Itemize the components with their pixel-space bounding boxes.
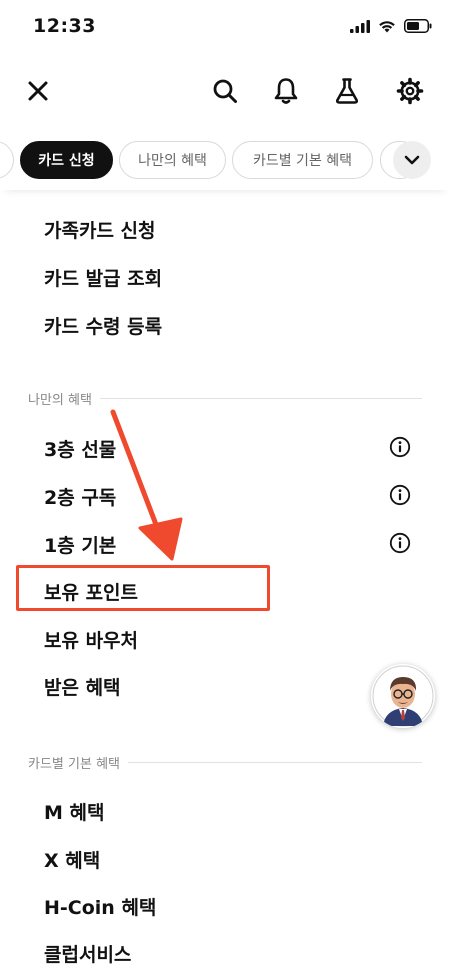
- chip-label: 카드 신청: [38, 153, 95, 169]
- menu-item-family-card[interactable]: 가족카드 신청: [44, 216, 156, 243]
- menu-item-issue-inquiry[interactable]: 카드 발급 조회: [44, 264, 162, 291]
- chip-card-benefits[interactable]: 카드별 기본 혜택: [232, 141, 373, 179]
- notification-button[interactable]: [269, 74, 303, 108]
- battery-icon: [404, 19, 432, 33]
- menu-item-subscription[interactable]: 2층 구독: [44, 483, 116, 510]
- search-icon: [213, 79, 237, 103]
- info-icon[interactable]: [389, 484, 411, 506]
- status-bar: 12:33: [0, 0, 450, 54]
- menu-item-vouchers[interactable]: 보유 바우처: [44, 626, 138, 653]
- expand-chips-button[interactable]: [393, 141, 431, 179]
- menu-item-gift[interactable]: 3층 선물: [44, 435, 116, 462]
- info-icon[interactable]: [389, 532, 411, 554]
- section-title: 카드별 기본 혜택: [28, 756, 120, 772]
- section-divider: [128, 761, 422, 763]
- section-divider: [99, 397, 422, 399]
- menu-item-x-benefit[interactable]: X 혜택: [44, 846, 100, 873]
- menu-item-receipt-register[interactable]: 카드 수령 등록: [44, 312, 162, 339]
- status-icons: [350, 19, 432, 33]
- search-button[interactable]: [208, 74, 242, 108]
- chip-label: 카드별 기본 혜택: [252, 153, 353, 169]
- assistant-avatar-button[interactable]: [371, 664, 435, 728]
- section-title: 나만의 혜택: [28, 392, 92, 408]
- chip-label: 나만의 혜택: [138, 153, 207, 169]
- chip-card-apply[interactable]: 카드 신청: [20, 141, 113, 179]
- chevron-down-icon: [404, 155, 420, 165]
- settings-button[interactable]: [393, 74, 427, 108]
- wifi-icon: [379, 20, 395, 32]
- menu-item-received-benefits[interactable]: 받은 혜택: [44, 673, 121, 700]
- info-icon[interactable]: [389, 436, 411, 458]
- category-chips: 카드 신청 나만의 혜택 카드별 기본 혜택: [0, 134, 450, 190]
- menu-item-m-benefit[interactable]: M 혜택: [44, 798, 104, 825]
- signal-icon: [350, 19, 370, 33]
- chip-previous[interactable]: [0, 141, 14, 179]
- status-time: 12:33: [33, 15, 96, 37]
- top-bar: [0, 66, 450, 116]
- section-my-benefits: 나만의 혜택: [28, 388, 422, 408]
- lab-button[interactable]: [330, 74, 364, 108]
- close-button[interactable]: [21, 74, 55, 108]
- menu-item-hcoin-benefit[interactable]: H-Coin 혜택: [44, 893, 156, 920]
- close-icon: [28, 81, 48, 101]
- avatar: [372, 665, 434, 727]
- menu-item-basic[interactable]: 1층 기본: [44, 531, 116, 558]
- annotation-highlight-box: [16, 565, 270, 611]
- menu-item-club-service[interactable]: 클럽서비스: [44, 940, 131, 967]
- chip-my-benefits[interactable]: 나만의 혜택: [119, 141, 226, 179]
- flask-icon: [335, 78, 359, 104]
- section-card-benefits: 카드별 기본 혜택: [28, 752, 422, 772]
- gear-icon: [396, 77, 424, 105]
- bell-icon: [274, 78, 298, 104]
